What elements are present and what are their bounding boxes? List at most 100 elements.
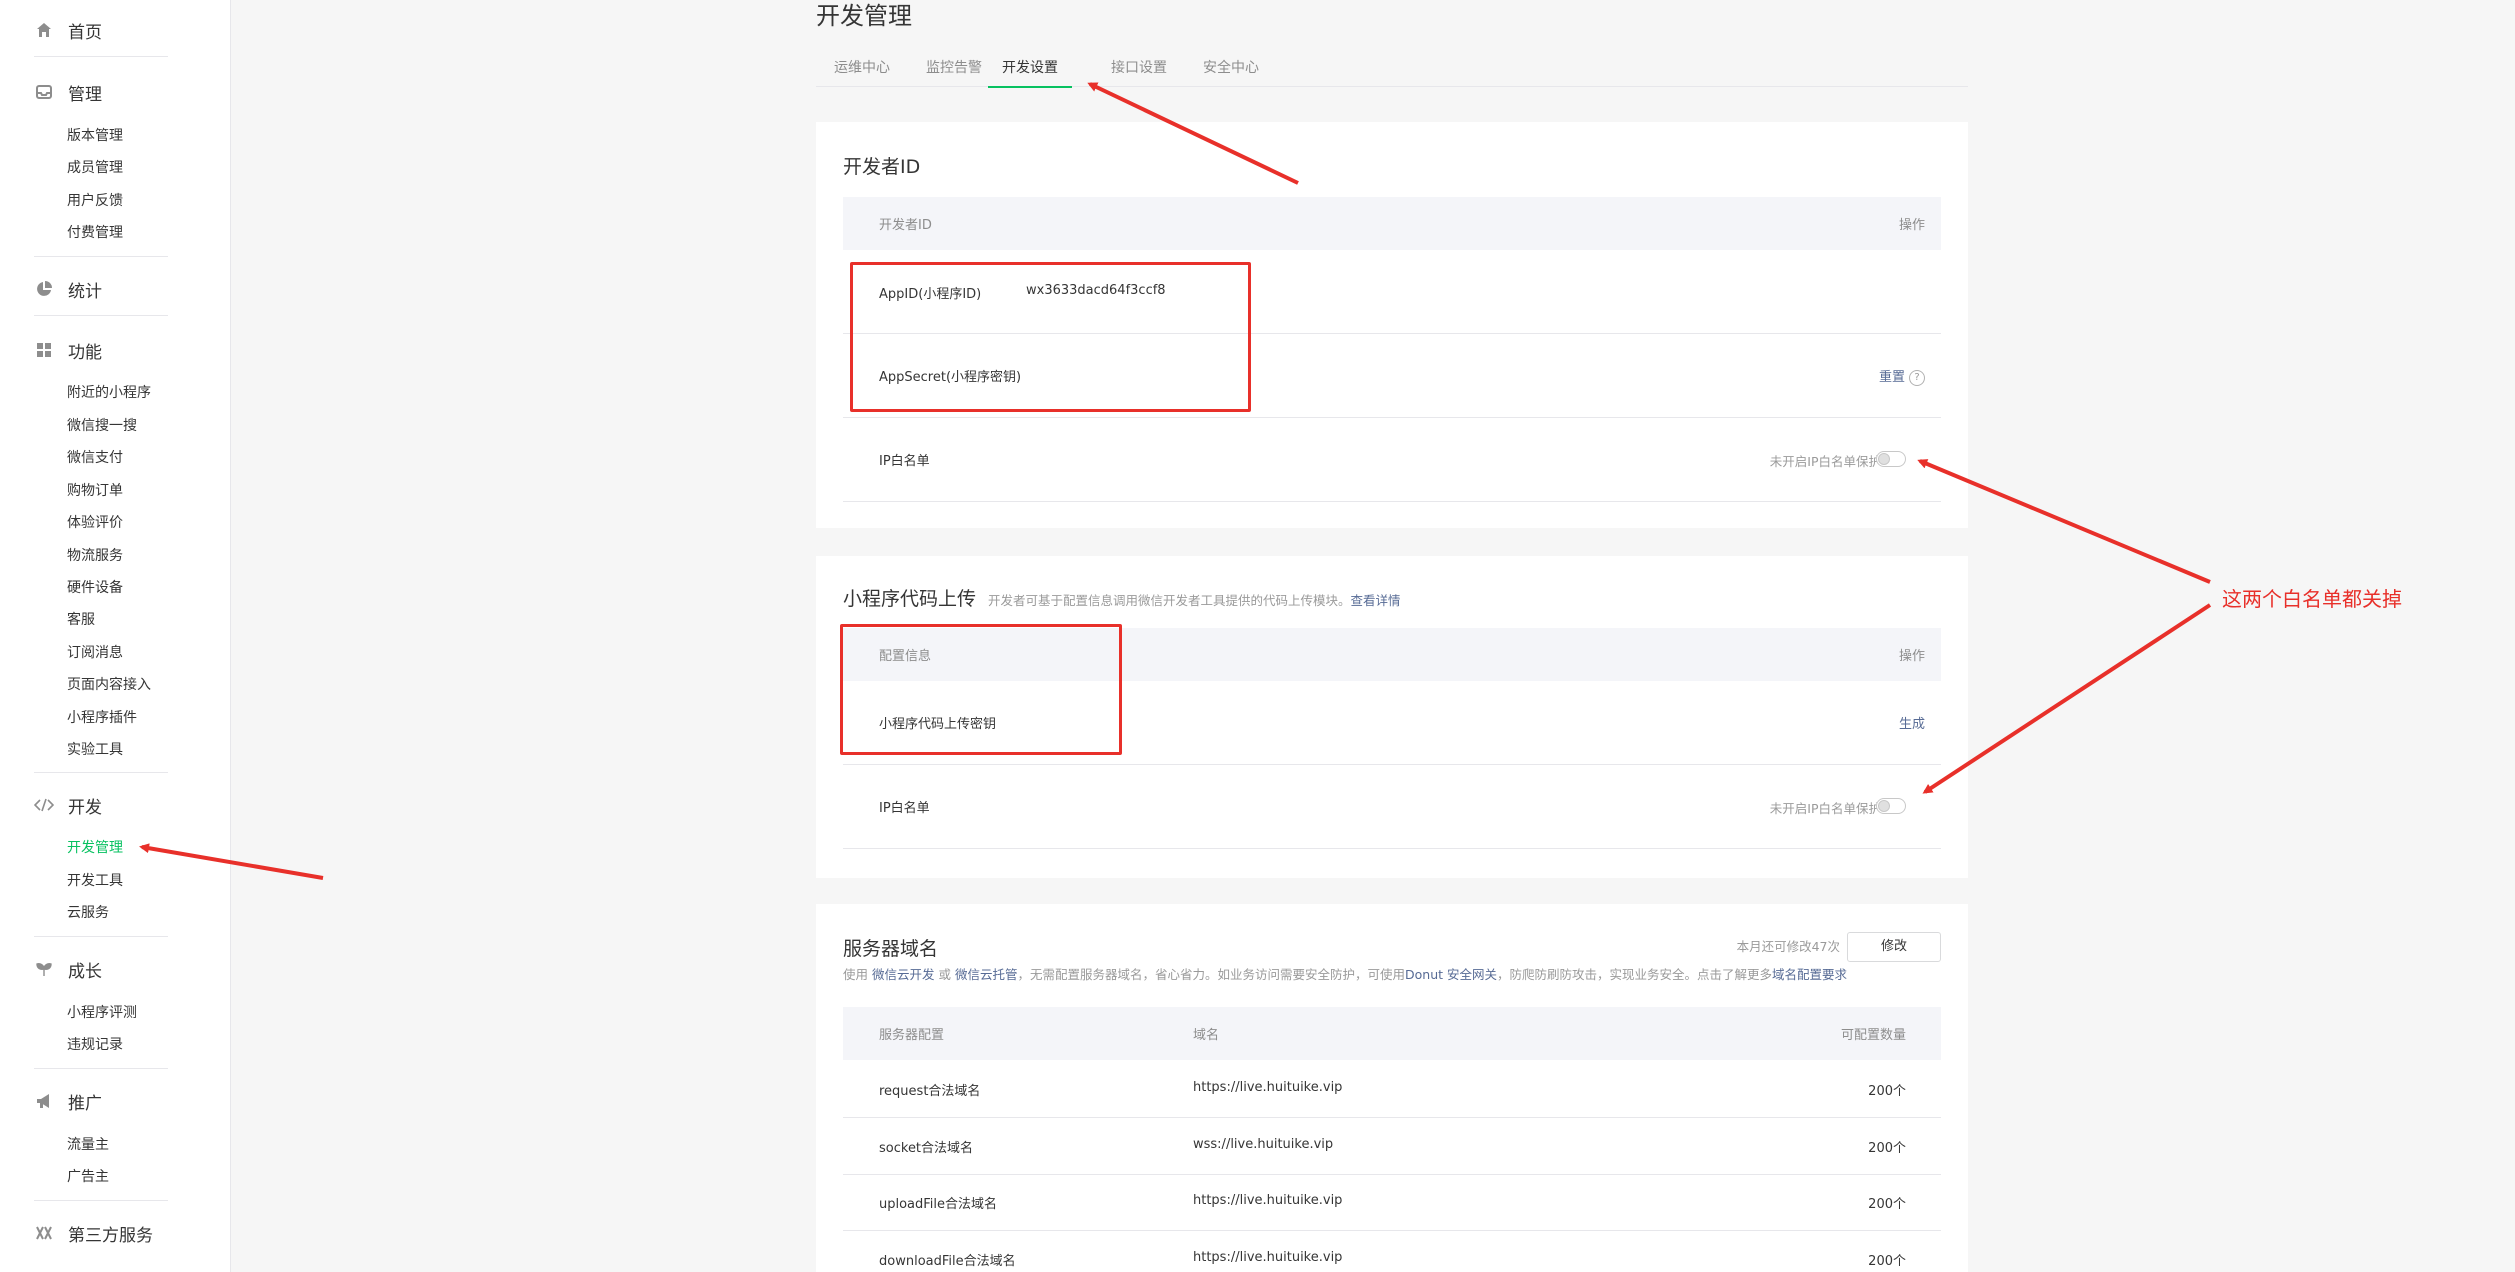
sidebar-item-search[interactable]: 微信搜一搜 — [67, 416, 137, 436]
nav-manage[interactable]: 管理 — [34, 77, 102, 107]
server-domain-desc: 使用 微信云开发 或 微信云托管，无需配置服务器域名，省心省力。如业务访问需要安… — [843, 964, 1847, 983]
tab-api-settings[interactable]: 接口设置 — [1111, 58, 1167, 86]
nav-divider — [34, 256, 168, 257]
sidebar-item-orders[interactable]: 购物订单 — [67, 481, 123, 501]
sidebar-item-dev-manage[interactable]: 开发管理 — [67, 838, 123, 858]
nav-divider — [34, 56, 168, 57]
server-domain-card: 服务器域名 本月还可修改47次 修改 使用 微信云开发 或 微信云托管，无需配置… — [816, 904, 1968, 1272]
col-domain: 域名 — [1193, 1028, 1220, 1043]
code-icon — [34, 795, 54, 815]
ip-whitelist-toggle-2[interactable] — [1876, 798, 1906, 814]
reset-link[interactable]: 重置 — [1879, 370, 1905, 385]
nav-divider — [34, 772, 168, 773]
domain-requirements-link[interactable]: 域名配置要求 — [1772, 967, 1847, 982]
sidebar-item-version[interactable]: 版本管理 — [67, 126, 123, 146]
row-domain: wss://live.huituike.vip — [1193, 1137, 1334, 1152]
megaphone-icon — [34, 1091, 54, 1111]
row-name: request合法域名 — [879, 1084, 981, 1099]
sidebar-item-traffic[interactable]: 流量主 — [67, 1135, 109, 1155]
table-row: downloadFile合法域名 https://live.huituike.v… — [843, 1231, 1941, 1272]
sidebar-item-nearby[interactable]: 附近的小程序 — [67, 383, 151, 403]
help-icon[interactable]: ? — [1909, 369, 1925, 386]
developer-id-title: 开发者ID — [843, 156, 921, 178]
ip-whitelist-row-2: IP白名单 未开启IP白名单保护 — [843, 765, 1941, 849]
table-row: request合法域名 https://live.huituike.vip 20… — [843, 1061, 1941, 1118]
cloud-hosting-link[interactable]: 微信云托管 — [955, 967, 1018, 982]
sidebar-item-subscribe[interactable]: 订阅消息 — [67, 643, 123, 663]
inbox-icon — [34, 82, 54, 102]
nav-promo[interactable]: 推广 — [34, 1086, 102, 1116]
col-actions: 操作 — [1898, 649, 1925, 664]
col-developer-id: 开发者ID — [879, 218, 932, 233]
nav-third-party-label: 第三方服务 — [68, 1225, 153, 1246]
sidebar-item-cloud[interactable]: 云服务 — [67, 903, 109, 923]
col-actions: 操作 — [1898, 218, 1925, 233]
sidebar-item-logistics[interactable]: 物流服务 — [67, 546, 123, 566]
donut-gateway-link[interactable]: Donut 安全网关 — [1405, 967, 1497, 982]
table-row: uploadFile合法域名 https://live.huituike.vip… — [843, 1174, 1941, 1231]
row-name: socket合法域名 — [879, 1141, 974, 1156]
row-count: 200个 — [1868, 1084, 1906, 1099]
sidebar-item-reviews[interactable]: 体验评价 — [67, 513, 123, 533]
sidebar-item-lab[interactable]: 实验工具 — [67, 740, 123, 760]
nav-third-party[interactable]: 第三方服务 — [34, 1218, 153, 1248]
tab-dev-settings[interactable]: 开发设置 — [988, 58, 1072, 88]
nav-home[interactable]: 首页 — [34, 15, 102, 45]
row-domain: https://live.huituike.vip — [1193, 1193, 1343, 1208]
nav-divider — [34, 936, 168, 937]
sidebar-item-payment[interactable]: 付费管理 — [67, 223, 123, 243]
nav-features[interactable]: 功能 — [34, 335, 102, 365]
server-desc-c: ，无需配置服务器域名，省心省力。如业务访问需要安全防护，可使用 — [1017, 967, 1406, 982]
third-party-icon — [34, 1223, 54, 1243]
page-title: 开发管理 — [816, 2, 912, 30]
nav-divider — [34, 1068, 168, 1069]
sprout-icon — [34, 959, 54, 979]
code-upload-desc-text: 开发者可基于配置信息调用微信开发者工具提供的代码上传模块。 — [988, 593, 1351, 608]
home-icon — [34, 20, 54, 40]
sidebar-item-service[interactable]: 客服 — [67, 610, 95, 630]
ip-whitelist-status-1: 未开启IP白名单保护 — [1769, 454, 1881, 469]
nav-dev[interactable]: 开发 — [34, 790, 102, 820]
ip-whitelist-row-1: IP白名单 未开启IP白名单保护 — [843, 418, 1941, 502]
nav-manage-label: 管理 — [68, 84, 102, 105]
nav-home-label: 首页 — [68, 22, 102, 43]
nav-growth[interactable]: 成长 — [34, 954, 102, 984]
tab-ops[interactable]: 运维中心 — [834, 58, 890, 86]
code-upload-desc: 开发者可基于配置信息调用微信开发者工具提供的代码上传模块。查看详情 — [988, 590, 1401, 609]
nav-stats[interactable]: 统计 — [34, 274, 102, 304]
highlight-box-appid — [850, 262, 1251, 412]
nav-divider — [34, 315, 168, 316]
row-name: uploadFile合法域名 — [879, 1197, 998, 1212]
view-details-link[interactable]: 查看详情 — [1351, 593, 1401, 608]
nav-divider — [34, 1200, 168, 1201]
ip-whitelist-toggle-1[interactable] — [1876, 451, 1906, 467]
nav-features-label: 功能 — [68, 342, 102, 363]
sidebar-item-pay[interactable]: 微信支付 — [67, 448, 123, 468]
sidebar-item-dev-tools[interactable]: 开发工具 — [67, 871, 123, 891]
sidebar-item-members[interactable]: 成员管理 — [67, 158, 123, 178]
sidebar-item-evaluate[interactable]: 小程序评测 — [67, 1003, 137, 1023]
sidebar-item-hardware[interactable]: 硬件设备 — [67, 578, 123, 598]
tab-bar: 运维中心 监控告警 开发设置 接口设置 安全中心 — [816, 52, 1968, 88]
sidebar-item-advertiser[interactable]: 广告主 — [67, 1167, 109, 1187]
row-domain: https://live.huituike.vip — [1193, 1250, 1343, 1265]
sidebar-item-content[interactable]: 页面内容接入 — [67, 675, 151, 695]
generate-link[interactable]: 生成 — [1899, 713, 1925, 732]
server-table-header: 服务器配置 域名 可配置数量 — [843, 1007, 1941, 1060]
sidebar: 首页 管理 版本管理 成员管理 用户反馈 付费管理 统计 功能 附近的小程序 微… — [0, 0, 231, 1272]
cloud-dev-link[interactable]: 微信云开发 — [872, 967, 935, 982]
sidebar-item-violations[interactable]: 违规记录 — [67, 1035, 123, 1055]
nav-promo-label: 推广 — [68, 1093, 102, 1114]
nav-growth-label: 成长 — [68, 961, 102, 982]
tab-monitor[interactable]: 监控告警 — [926, 58, 982, 86]
pie-chart-icon — [34, 279, 54, 299]
code-upload-title: 小程序代码上传 — [843, 588, 977, 610]
table-row: socket合法域名 wss://live.huituike.vip 200个 — [843, 1118, 1941, 1175]
modify-button[interactable]: 修改 — [1847, 932, 1941, 962]
reset-action: 重置? — [1879, 366, 1925, 386]
tab-security[interactable]: 安全中心 — [1203, 58, 1259, 86]
ip-whitelist-label-2: IP白名单 — [879, 801, 930, 816]
sidebar-item-plugins[interactable]: 小程序插件 — [67, 708, 137, 728]
sidebar-item-feedback[interactable]: 用户反馈 — [67, 191, 123, 211]
server-desc-d: ，防爬防刷防攻击，实现业务安全。点击了解更多 — [1497, 967, 1773, 982]
